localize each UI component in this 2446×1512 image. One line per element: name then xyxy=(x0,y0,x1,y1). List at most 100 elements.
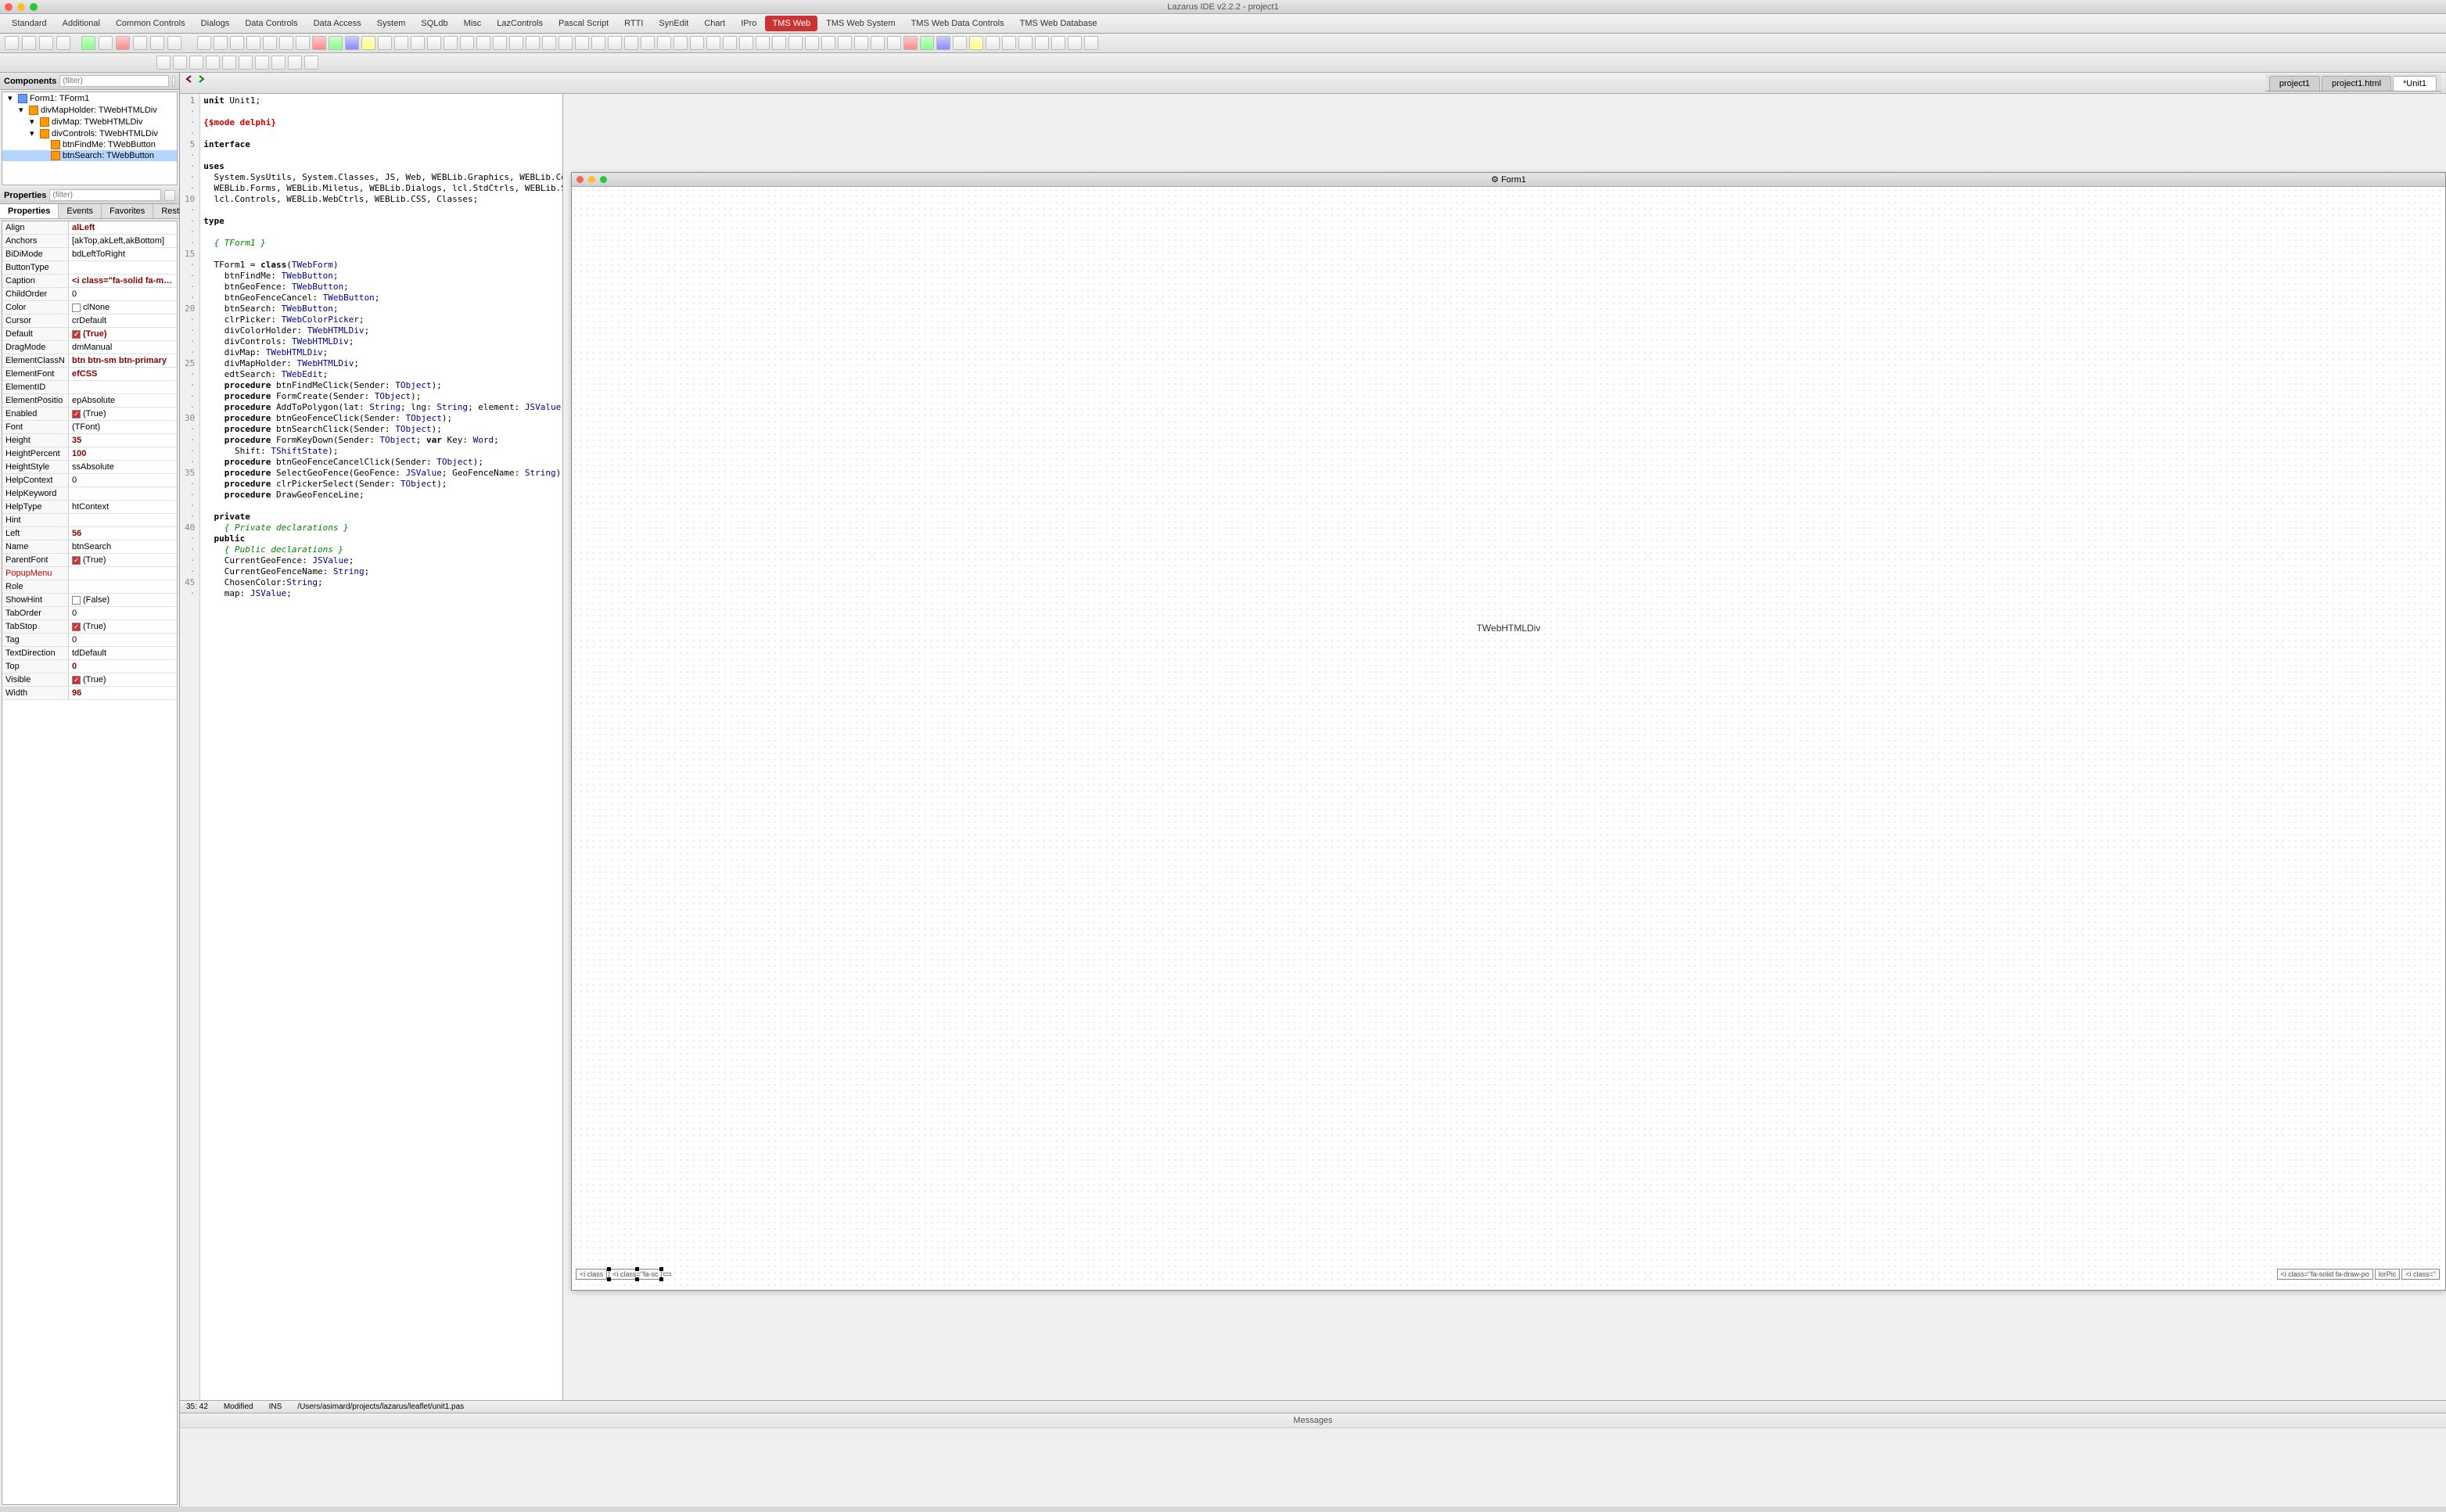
palette-component-icon[interactable] xyxy=(214,36,228,50)
property-row[interactable]: TabOrder0 xyxy=(2,607,177,620)
palette-component-icon[interactable] xyxy=(304,56,318,70)
palette-component-icon[interactable] xyxy=(239,56,253,70)
palette-component-icon[interactable] xyxy=(772,36,786,50)
property-grid[interactable]: AlignalLeftAnchors[akTop,akLeft,akBottom… xyxy=(2,221,178,1505)
tree-item[interactable]: ▾Form1: TForm1 xyxy=(2,92,177,104)
palette-component-icon[interactable] xyxy=(723,36,737,50)
property-row[interactable]: Anchors[akTop,akLeft,akBottom] xyxy=(2,235,177,248)
component-tree[interactable]: ▾Form1: TForm1▾divMapHolder: TWebHTMLDiv… xyxy=(2,92,178,185)
maximize-icon[interactable] xyxy=(30,3,38,11)
new-icon[interactable] xyxy=(5,36,19,50)
palette-component-icon[interactable] xyxy=(936,36,950,50)
tree-item[interactable]: btnSearch: TWebButton xyxy=(2,150,177,161)
palette-component-icon[interactable] xyxy=(1018,36,1033,50)
nav-back-icon[interactable] xyxy=(185,74,194,84)
palette-component-icon[interactable] xyxy=(444,36,458,50)
palette-component-icon[interactable] xyxy=(246,36,260,50)
design-button[interactable]: <i class=" xyxy=(2401,1269,2440,1280)
property-row[interactable]: HeightStylessAbsolute xyxy=(2,461,177,474)
palette-component-icon[interactable] xyxy=(271,56,286,70)
save-icon[interactable] xyxy=(39,36,53,50)
property-row[interactable]: DragModedmManual xyxy=(2,341,177,354)
property-row[interactable]: Top0 xyxy=(2,660,177,673)
property-row[interactable]: HelpContext0 xyxy=(2,474,177,487)
property-row[interactable]: ShowHint(False) xyxy=(2,594,177,607)
nav-fwd-icon[interactable] xyxy=(196,74,206,84)
components-filter[interactable] xyxy=(59,75,169,87)
palette-component-icon[interactable] xyxy=(608,36,622,50)
palette-tab-data-controls[interactable]: Data Controls xyxy=(238,16,304,31)
palette-component-icon[interactable] xyxy=(222,56,236,70)
palette-component-icon[interactable] xyxy=(657,36,671,50)
run-icon[interactable] xyxy=(81,36,95,50)
code-editor[interactable]: 1···5····10····15····20····25····30····3… xyxy=(180,94,563,1400)
palette-component-icon[interactable] xyxy=(411,36,425,50)
palette-component-icon[interactable] xyxy=(288,56,302,70)
tree-item[interactable]: btnFindMe: TWebButton xyxy=(2,139,177,150)
property-row[interactable]: ParentFont(True) xyxy=(2,554,177,567)
properties-filter-clear-icon[interactable] xyxy=(164,190,175,201)
property-row[interactable]: Hint xyxy=(2,514,177,527)
palette-component-icon[interactable] xyxy=(920,36,934,50)
property-row[interactable]: Left56 xyxy=(2,527,177,541)
property-row[interactable]: AlignalLeft xyxy=(2,221,177,235)
palette-tab-lazcontrols[interactable]: LazControls xyxy=(490,16,550,31)
save-all-icon[interactable] xyxy=(56,36,70,50)
property-row[interactable]: ColorclNone xyxy=(2,301,177,314)
palette-component-icon[interactable] xyxy=(788,36,803,50)
palette-component-icon[interactable] xyxy=(230,36,244,50)
palette-component-icon[interactable] xyxy=(361,36,375,50)
palette-component-icon[interactable] xyxy=(641,36,655,50)
palette-component-icon[interactable] xyxy=(871,36,885,50)
palette-component-icon[interactable] xyxy=(821,36,835,50)
property-row[interactable]: Font(TFont) xyxy=(2,421,177,434)
property-row[interactable]: CursorcrDefault xyxy=(2,314,177,328)
palette-component-icon[interactable] xyxy=(739,36,753,50)
tree-item[interactable]: ▾divMapHolder: TWebHTMLDiv xyxy=(2,104,177,116)
step-into-icon[interactable] xyxy=(150,36,164,50)
palette-component-icon[interactable] xyxy=(1068,36,1082,50)
property-row[interactable]: Tag0 xyxy=(2,634,177,647)
palette-component-icon[interactable] xyxy=(263,36,277,50)
palette-component-icon[interactable] xyxy=(969,36,983,50)
palette-component-icon[interactable] xyxy=(887,36,901,50)
property-row[interactable]: Caption<i class="fa-solid fa-magnifyir xyxy=(2,275,177,288)
palette-tab-dialogs[interactable]: Dialogs xyxy=(194,16,237,31)
file-tab[interactable]: *Unit1 xyxy=(2393,76,2437,91)
palette-component-icon[interactable] xyxy=(624,36,638,50)
form-close-icon[interactable] xyxy=(576,176,584,183)
palette-component-icon[interactable] xyxy=(378,36,392,50)
palette-component-icon[interactable] xyxy=(255,56,269,70)
palette-component-icon[interactable] xyxy=(591,36,605,50)
open-icon[interactable] xyxy=(22,36,36,50)
palette-tab-pascal-script[interactable]: Pascal Script xyxy=(551,16,616,31)
code-content[interactable]: unit Unit1; {$mode delphi} interface use… xyxy=(200,94,563,1400)
property-row[interactable]: Height35 xyxy=(2,434,177,447)
palette-component-icon[interactable] xyxy=(394,36,408,50)
palette-tab-tms-web-data-controls[interactable]: TMS Web Data Controls xyxy=(904,16,1011,31)
design-form[interactable]: ⚙ Form1 TWebHTMLDiv <i class<i class="fa… xyxy=(571,172,2446,1291)
design-button[interactable]: <i class xyxy=(576,1269,607,1280)
design-button[interactable] xyxy=(663,1273,671,1276)
palette-tab-standard[interactable]: Standard xyxy=(5,16,54,31)
palette-component-icon[interactable] xyxy=(542,36,556,50)
property-row[interactable]: PopupMenu xyxy=(2,567,177,580)
palette-tab-ipro[interactable]: IPro xyxy=(734,16,763,31)
palette-component-icon[interactable] xyxy=(493,36,507,50)
property-row[interactable]: ElementFontefCSS xyxy=(2,368,177,381)
palette-component-icon[interactable] xyxy=(427,36,441,50)
palette-component-icon[interactable] xyxy=(197,36,211,50)
file-tab[interactable]: project1.html xyxy=(2322,76,2391,91)
property-row[interactable]: ElementPositioepAbsolute xyxy=(2,394,177,408)
tree-item[interactable]: ▾divControls: TWebHTMLDiv xyxy=(2,127,177,139)
property-row[interactable]: Default(True) xyxy=(2,328,177,341)
palette-component-icon[interactable] xyxy=(953,36,967,50)
design-button[interactable]: lorPic xyxy=(2375,1269,2401,1280)
palette-component-icon[interactable] xyxy=(854,36,868,50)
palette-component-icon[interactable] xyxy=(805,36,819,50)
palette-component-icon[interactable] xyxy=(1051,36,1065,50)
palette-component-icon[interactable] xyxy=(673,36,688,50)
close-icon[interactable] xyxy=(5,3,13,11)
pause-icon[interactable] xyxy=(99,36,113,50)
design-button[interactable]: <i class="fa-solid fa-draw-po xyxy=(2277,1269,2373,1280)
